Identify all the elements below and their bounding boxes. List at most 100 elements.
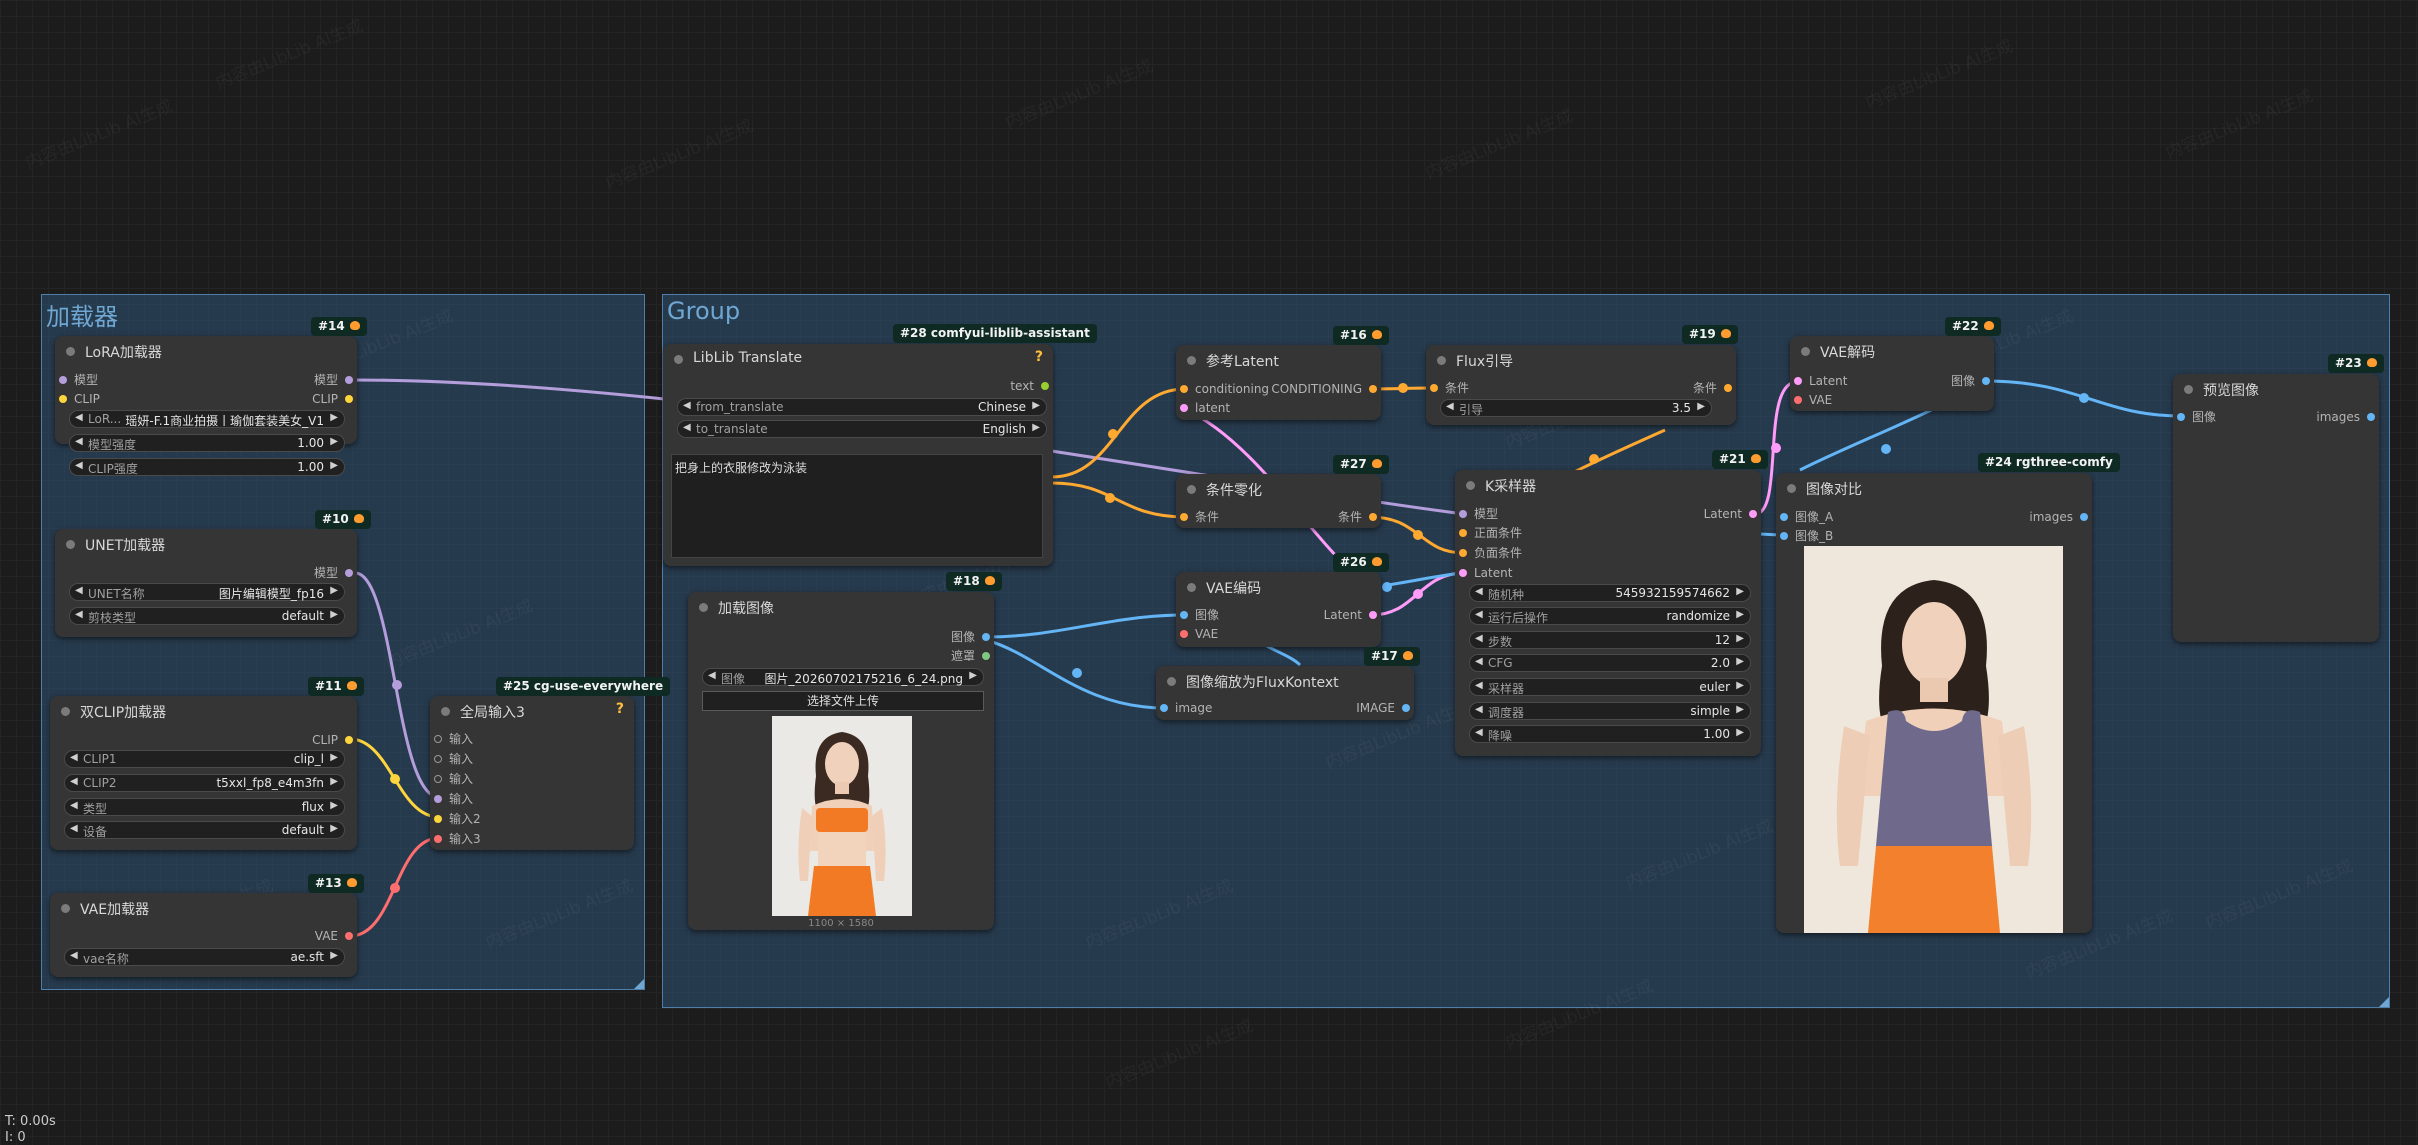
collapse-dot-icon[interactable] [1437, 356, 1446, 365]
output-slot-text[interactable]: text [1010, 379, 1049, 393]
node-title[interactable]: LibLib Translate [693, 350, 802, 366]
input-slot-image-a[interactable]: 图像_A [1780, 510, 1833, 524]
port-icon[interactable] [434, 755, 442, 763]
collapse-dot-icon[interactable] [1167, 677, 1176, 686]
widget-device[interactable]: ◀ 设备 default ▶ [64, 821, 345, 839]
widget-control-after-generate[interactable]: ◀ 运行后操作 randomize ▶ [1469, 607, 1751, 625]
node-header[interactable]: 全局输入3? [430, 696, 634, 726]
collapse-dot-icon[interactable] [1787, 484, 1796, 493]
collapse-dot-icon[interactable] [1187, 583, 1196, 592]
port-icon[interactable] [1794, 377, 1802, 385]
port-icon[interactable] [982, 652, 990, 660]
collapse-dot-icon[interactable] [674, 355, 683, 364]
input-slot-conditioning[interactable]: conditioning [1180, 382, 1269, 396]
output-slot-conditioning[interactable]: 条件 [1338, 510, 1377, 524]
node-header[interactable]: 参考Latent [1176, 345, 1381, 375]
widget-scheduler[interactable]: ◀ 调度器 simple ▶ [1469, 702, 1751, 720]
widget-sampler[interactable]: ◀ 采样器 euler ▶ [1469, 678, 1751, 696]
widget-denoise[interactable]: ◀ 降噪 1.00 ▶ [1469, 725, 1751, 743]
collapse-dot-icon[interactable] [61, 707, 70, 716]
node-vae-decode[interactable]: #22 VAE解码 Latent 图像 VAE [1790, 317, 2001, 411]
input-slot-anything-5[interactable]: 输入2 [434, 812, 481, 826]
widget-prune-type[interactable]: ◀ 剪枝类型 default ▶ [69, 607, 345, 625]
port-icon[interactable] [982, 633, 990, 641]
node-header[interactable]: Flux引导 [1426, 345, 1736, 375]
node-title[interactable]: 条件零化 [1206, 480, 1262, 500]
port-icon[interactable] [1180, 630, 1188, 638]
collapse-dot-icon[interactable] [441, 707, 450, 716]
port-icon[interactable] [1459, 510, 1467, 518]
widget-clip-type[interactable]: ◀ 类型 flux ▶ [64, 798, 345, 816]
output-slot-mask[interactable]: 遮罩 [951, 649, 990, 663]
port-icon[interactable] [2177, 413, 2185, 421]
widget-lora-name[interactable]: ◀ LoR... 瑶妍-F.1商业拍摄丨瑜伽套装美女_V1 ▶ [69, 410, 345, 428]
port-icon[interactable] [345, 736, 353, 744]
port-icon[interactable] [1180, 611, 1188, 619]
port-icon[interactable] [1780, 532, 1788, 540]
prompt-textarea[interactable]: 把身上的衣服修改为泳装 [671, 454, 1043, 558]
node-unet-loader[interactable]: #10 UNET加载器 模型 ◀ UNET名称 图片编辑模型_fp16 ▶ ◀ 剪枝类型… [55, 510, 371, 637]
widget-to-translate[interactable]: ◀ to_translate English ▶ [677, 420, 1047, 438]
node-header[interactable]: 预览图像 [2173, 374, 2379, 404]
node-reference-latent[interactable]: #16 参考Latent conditioning CONDITIONING l… [1176, 326, 1389, 420]
port-icon[interactable] [2367, 413, 2375, 421]
output-slot-image[interactable]: 图像 [1951, 374, 1990, 388]
input-slot-latent[interactable]: latent [1180, 401, 1230, 415]
collapse-dot-icon[interactable] [66, 540, 75, 549]
port-icon[interactable] [59, 395, 67, 403]
input-slot-conditioning[interactable]: 条件 [1180, 510, 1219, 524]
node-flux-guidance[interactable]: #19 Flux引导 条件 条件 ◀ 引导 3.5 ▶ [1426, 325, 1738, 425]
widget-unet-name[interactable]: ◀ UNET名称 图片编辑模型_fp16 ▶ [69, 583, 345, 601]
node-title[interactable]: LoRA加载器 [85, 342, 162, 362]
port-icon[interactable] [345, 376, 353, 384]
node-header[interactable]: VAE编码 [1176, 572, 1381, 602]
port-icon[interactable] [434, 735, 442, 743]
port-icon[interactable] [1780, 513, 1788, 521]
node-preview-image[interactable]: #23 预览图像 图像 images [2173, 354, 2384, 642]
widget-clip1[interactable]: ◀ CLIP1 clip_l ▶ [64, 750, 345, 768]
input-slot-anything-1[interactable]: 输入 [434, 732, 473, 746]
upload-button[interactable]: 选择文件上传 [702, 691, 984, 711]
widget-seed[interactable]: ◀ 随机种 545932159574662 ▶ [1469, 584, 1751, 602]
node-header[interactable]: VAE解码 [1790, 336, 1994, 366]
node-title[interactable]: 图像对比 [1806, 479, 1862, 499]
output-slot-latent[interactable]: Latent [1704, 507, 1757, 521]
node-title[interactable]: UNET加载器 [85, 535, 165, 555]
port-icon[interactable] [1369, 513, 1377, 521]
port-icon[interactable] [345, 395, 353, 403]
node-header[interactable]: UNET加载器 [55, 529, 357, 559]
port-icon[interactable] [1180, 404, 1188, 412]
widget-steps[interactable]: ◀ 步数 12 ▶ [1469, 631, 1751, 649]
node-header[interactable]: 加载图像 [688, 592, 994, 622]
node-title[interactable]: Flux引导 [1456, 351, 1513, 371]
input-slot-anything-4[interactable]: 输入 [434, 792, 473, 806]
port-icon[interactable] [345, 932, 353, 940]
output-slot-conditioning[interactable]: 条件 [1693, 381, 1732, 395]
collapse-dot-icon[interactable] [2184, 385, 2193, 394]
port-icon[interactable] [1369, 385, 1377, 393]
node-header[interactable]: K采样器 [1455, 470, 1761, 500]
output-slot-latent[interactable]: Latent [1324, 608, 1377, 622]
node-anything-everywhere[interactable]: #25 cg-use-everywhere 全局输入3? 输入 输入 输入 输入… [430, 677, 671, 850]
input-slot-anything-3[interactable]: 输入 [434, 772, 473, 786]
node-load-image[interactable]: #18 加载图像 图像 遮罩 ◀ 图像 图片_20260702175216_6_24… [688, 572, 1002, 930]
port-icon[interactable] [2080, 513, 2088, 521]
node-header[interactable]: VAE加载器 [50, 893, 357, 923]
output-slot-conditioning[interactable]: CONDITIONING [1271, 382, 1377, 396]
output-slot-model[interactable]: 模型 [314, 566, 353, 580]
port-icon[interactable] [1794, 396, 1802, 404]
collapse-dot-icon[interactable] [1187, 356, 1196, 365]
widget-from-translate[interactable]: ◀ from_translate Chinese ▶ [677, 398, 1047, 416]
widget-clip2[interactable]: ◀ CLIP2 t5xxl_fp8_e4m3fn ▶ [64, 774, 345, 792]
input-slot-anything-2[interactable]: 输入 [434, 752, 473, 766]
input-slot-vae[interactable]: VAE [1180, 627, 1218, 641]
port-icon[interactable] [1459, 549, 1467, 557]
port-icon[interactable] [1459, 569, 1467, 577]
port-icon[interactable] [1041, 382, 1049, 390]
input-slot-latent[interactable]: Latent [1794, 374, 1847, 388]
port-icon[interactable] [345, 569, 353, 577]
widget-guidance[interactable]: ◀ 引导 3.5 ▶ [1440, 399, 1712, 417]
node-title[interactable]: VAE加载器 [80, 899, 149, 919]
node-conditioning-zero[interactable]: #27 条件零化 条件 条件 [1176, 455, 1389, 528]
input-slot-positive[interactable]: 正面条件 [1459, 526, 1522, 540]
